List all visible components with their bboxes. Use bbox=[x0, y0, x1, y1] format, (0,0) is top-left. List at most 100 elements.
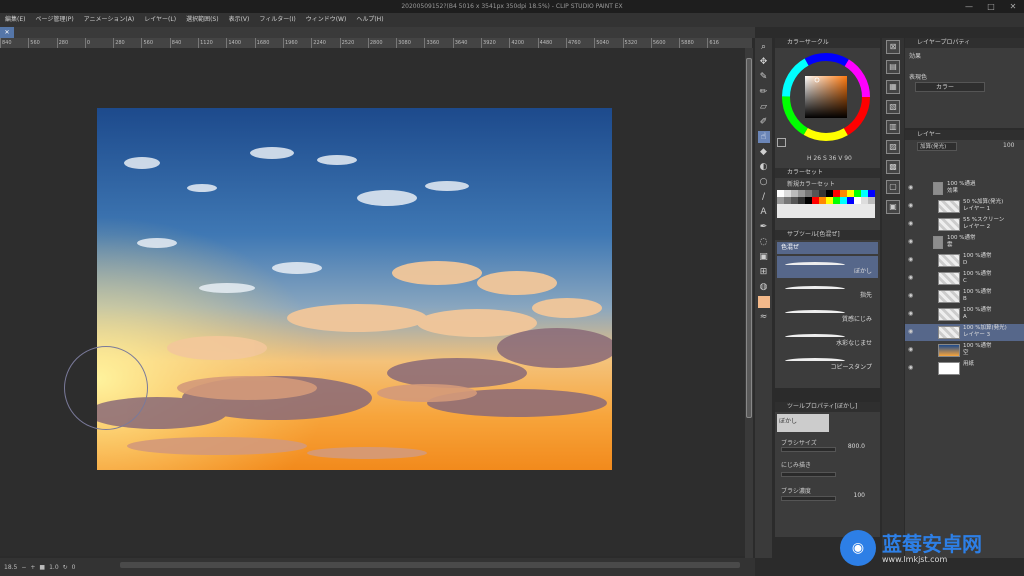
color-swatch[interactable] bbox=[861, 211, 868, 218]
brush-finger[interactable]: 指先 bbox=[777, 280, 878, 302]
layer-row[interactable]: ◉ 100 %通常雲 bbox=[905, 234, 1024, 251]
rotate-icon[interactable]: ↻ bbox=[63, 564, 68, 571]
color-swatch[interactable] bbox=[833, 190, 840, 197]
color-swatch[interactable] bbox=[861, 197, 868, 204]
subtool-group-tab[interactable]: 色混ぜ bbox=[777, 242, 878, 254]
color-swatch[interactable] bbox=[826, 190, 833, 197]
color-swatch[interactable] bbox=[840, 190, 847, 197]
color-swatch[interactable] bbox=[805, 190, 812, 197]
color-swatch[interactable] bbox=[798, 204, 805, 211]
color-swatch[interactable] bbox=[791, 197, 798, 204]
brush-size-value[interactable]: 800.0 bbox=[837, 443, 865, 450]
color-swatch[interactable] bbox=[819, 204, 826, 211]
color-swatch[interactable] bbox=[784, 197, 791, 204]
close-button[interactable]: ✕ bbox=[1002, 0, 1024, 13]
color-swatch[interactable] bbox=[819, 211, 826, 218]
color-swatch[interactable] bbox=[847, 197, 854, 204]
color-swatch[interactable] bbox=[847, 211, 854, 218]
color-swatch-icon[interactable] bbox=[757, 296, 770, 308]
auto-action-icon[interactable]: ▩ bbox=[886, 160, 900, 174]
layer-row[interactable]: ◉ 100 %加算(発光) レイヤー 3 bbox=[905, 324, 1024, 341]
blend-mode-dropdown[interactable]: 加算(発光) bbox=[917, 142, 957, 151]
zoom-out-icon[interactable]: − bbox=[21, 564, 26, 571]
color-swatch[interactable] bbox=[840, 204, 847, 211]
brush-watercolor-blend[interactable]: 水彩なじませ bbox=[777, 328, 878, 350]
layer-row[interactable]: ◉ 100 %通常 D bbox=[905, 252, 1024, 269]
vertical-scrollbar[interactable] bbox=[745, 48, 753, 558]
color-swatch-grid[interactable] bbox=[777, 190, 877, 218]
color-set-name[interactable]: 新規カラーセット bbox=[787, 179, 835, 188]
eye-icon[interactable]: ◉ bbox=[908, 202, 915, 209]
color-swatch[interactable] bbox=[798, 190, 805, 197]
balloon-tool-icon[interactable]: ◍ bbox=[758, 281, 770, 293]
color-swatch[interactable] bbox=[826, 204, 833, 211]
ruler-tool-icon[interactable]: ⊞ bbox=[758, 266, 770, 278]
eye-icon[interactable]: ◉ bbox=[908, 220, 915, 227]
color-swatch[interactable] bbox=[840, 211, 847, 218]
brush-size-slider[interactable] bbox=[781, 447, 836, 452]
horizontal-scrollbar[interactable] bbox=[120, 562, 740, 568]
eye-icon[interactable]: ◉ bbox=[908, 364, 915, 371]
line-tool-icon[interactable]: ∕ bbox=[758, 191, 770, 203]
color-swatch[interactable] bbox=[798, 197, 805, 204]
eraser-tool-icon[interactable]: ▱ bbox=[758, 101, 770, 113]
color-swatch[interactable] bbox=[854, 211, 861, 218]
fit-icon[interactable]: ■ bbox=[39, 564, 45, 571]
layer-row[interactable]: ◉ 100 %通常 A bbox=[905, 306, 1024, 323]
layer-row[interactable]: ◉ 100 %通常 B bbox=[905, 288, 1024, 305]
layer-search-icon[interactable]: ▥ bbox=[886, 120, 900, 134]
color-swatch[interactable] bbox=[840, 197, 847, 204]
material-gallery-icon[interactable]: ▣ bbox=[886, 200, 900, 214]
layer-row[interactable]: ◉ 55 %スクリーン レイヤー 2 bbox=[905, 216, 1024, 233]
fill-tool-icon[interactable]: ◆ bbox=[758, 146, 770, 158]
color-swatch[interactable] bbox=[777, 211, 784, 218]
zoom-value[interactable]: 18.5 bbox=[4, 564, 17, 571]
color-swatch[interactable] bbox=[868, 211, 875, 218]
zoom-tool-icon[interactable]: ⌕ bbox=[758, 41, 770, 53]
maximize-button[interactable]: □ bbox=[980, 0, 1002, 13]
material-icon[interactable]: ▦ bbox=[886, 80, 900, 94]
color-swatch[interactable] bbox=[791, 190, 798, 197]
brush-blur[interactable]: ぼかし bbox=[777, 256, 878, 278]
menu-window[interactable]: ウィンドウ(W) bbox=[301, 13, 352, 27]
color-swatch[interactable] bbox=[784, 204, 791, 211]
blend-slider[interactable] bbox=[781, 472, 836, 477]
color-swatch[interactable] bbox=[826, 197, 833, 204]
color-swatch[interactable] bbox=[868, 197, 875, 204]
info-icon[interactable]: ▢ bbox=[886, 180, 900, 194]
color-swatch[interactable] bbox=[833, 211, 840, 218]
color-swatch[interactable] bbox=[868, 190, 875, 197]
color-swatch[interactable] bbox=[812, 204, 819, 211]
color-swatch[interactable] bbox=[854, 197, 861, 204]
brush-value[interactable]: 1.0 bbox=[49, 564, 59, 571]
menu-filter[interactable]: フィルター(I) bbox=[254, 13, 300, 27]
color-swatch[interactable] bbox=[812, 211, 819, 218]
menu-edit[interactable]: 編集(E) bbox=[0, 13, 30, 27]
layer-row[interactable]: ◉ 用紙 bbox=[905, 360, 1024, 377]
color-swatch[interactable] bbox=[833, 197, 840, 204]
color-swatch[interactable] bbox=[868, 204, 875, 211]
opacity-value[interactable]: 100 bbox=[1003, 142, 1014, 149]
brush-texture-blend[interactable]: 質感にじみ bbox=[777, 304, 878, 326]
layer-row[interactable]: ◉ 100 %通常空 bbox=[905, 342, 1024, 359]
menu-view[interactable]: 表示(V) bbox=[224, 13, 255, 27]
history-icon[interactable]: ▧ bbox=[886, 100, 900, 114]
color-swatch[interactable] bbox=[777, 204, 784, 211]
color-swatch[interactable] bbox=[812, 190, 819, 197]
expression-color-dropdown[interactable]: カラー bbox=[915, 82, 985, 92]
text-tool-icon[interactable]: A bbox=[758, 206, 770, 218]
color-swatch[interactable] bbox=[798, 211, 805, 218]
color-swatch[interactable] bbox=[861, 190, 868, 197]
color-swatch[interactable] bbox=[805, 204, 812, 211]
gradient-tool-icon[interactable]: ◐ bbox=[758, 161, 770, 173]
color-swatch[interactable] bbox=[854, 190, 861, 197]
layer-row[interactable]: ◉ 100 %通常 C bbox=[905, 270, 1024, 287]
pen-tool-icon[interactable]: ✎ bbox=[758, 71, 770, 83]
color-swatch[interactable] bbox=[826, 211, 833, 218]
move-tool-icon[interactable]: ✥ bbox=[758, 56, 770, 68]
brush-tool-icon[interactable]: ✐ bbox=[758, 116, 770, 128]
navigator-icon[interactable]: ⊠ bbox=[886, 40, 900, 54]
lasso-tool-icon[interactable]: ◌ bbox=[758, 236, 770, 248]
color-swatch[interactable] bbox=[854, 204, 861, 211]
menu-layer[interactable]: レイヤー(L) bbox=[139, 13, 181, 27]
